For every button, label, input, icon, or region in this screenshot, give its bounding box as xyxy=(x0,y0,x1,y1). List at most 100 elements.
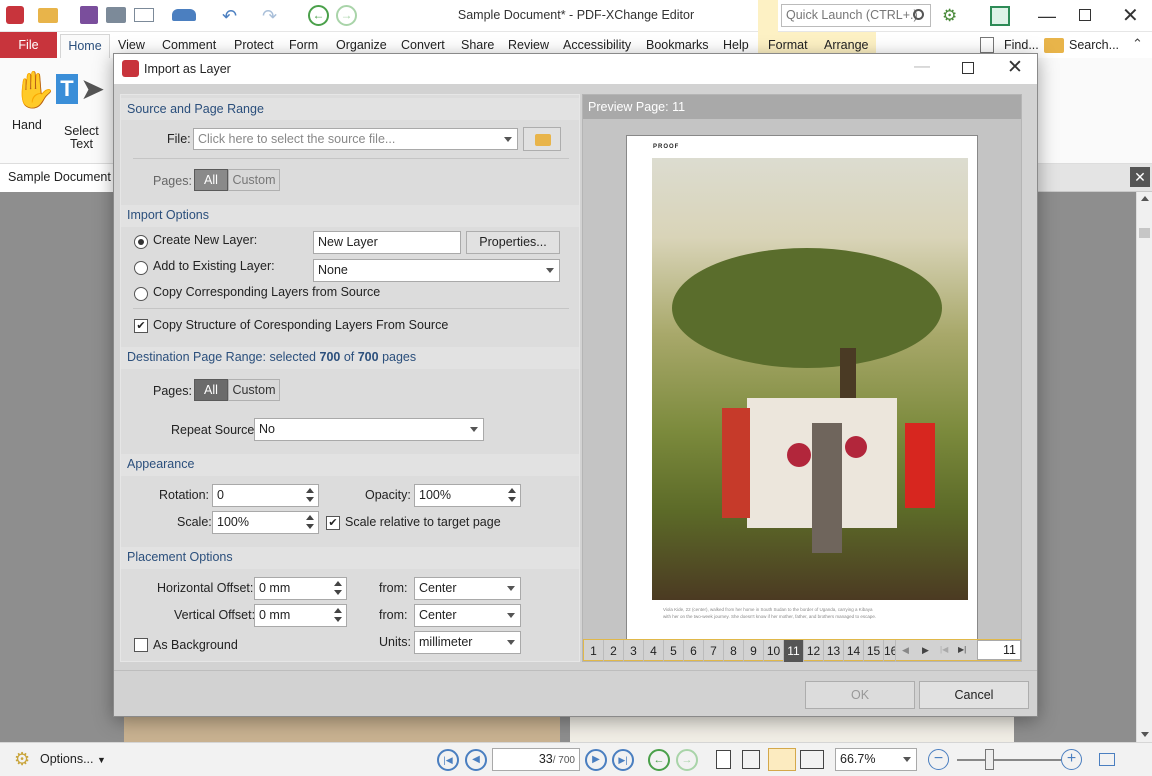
dialog-maximize-button[interactable] xyxy=(962,62,974,74)
dest-pages-all[interactable]: All xyxy=(194,379,228,401)
existing-layer-combo[interactable]: None xyxy=(313,259,560,282)
settings-icon[interactable]: ⚙ xyxy=(942,6,957,26)
scale-relative-checkbox[interactable]: ✔ xyxy=(326,516,340,530)
zoom-slider-thumb[interactable] xyxy=(985,749,994,770)
preview-next-icon[interactable]: ▶ xyxy=(922,645,929,656)
tab-view[interactable]: View xyxy=(118,38,145,52)
prev-page-button[interactable]: ◀ xyxy=(465,749,487,771)
close-tab-icon[interactable]: ✕ xyxy=(1130,167,1150,187)
single-page-icon[interactable] xyxy=(716,750,731,769)
source-pages-custom[interactable]: Custom xyxy=(228,169,280,191)
preview-page-14[interactable]: 14 xyxy=(844,640,864,662)
continuous-icon[interactable] xyxy=(742,750,760,769)
find-button[interactable]: Find... xyxy=(1004,38,1039,52)
select-text-button[interactable]: T ➤ Select Text xyxy=(54,64,110,151)
h-offset-up-icon[interactable] xyxy=(334,581,342,586)
preview-page-4[interactable]: 4 xyxy=(644,640,664,662)
hand-tool-button[interactable]: ✋ Hand xyxy=(6,64,57,144)
maximize-button[interactable] xyxy=(1079,9,1091,21)
preview-page-2[interactable]: 2 xyxy=(604,640,624,662)
tab-accessibility[interactable]: Accessibility xyxy=(563,38,631,52)
preview-page-5[interactable]: 5 xyxy=(664,640,684,662)
preview-page-6[interactable]: 6 xyxy=(684,640,704,662)
close-button[interactable]: ✕ xyxy=(1122,3,1139,28)
rotation-spinner[interactable]: 0 xyxy=(212,484,319,507)
vertical-scrollbar[interactable] xyxy=(1136,192,1152,742)
collapse-ribbon-icon[interactable]: ⌃ xyxy=(1132,36,1143,52)
tab-convert[interactable]: Convert xyxy=(401,38,445,52)
zoom-slider-track[interactable] xyxy=(957,759,1061,761)
opacity-down-icon[interactable] xyxy=(508,497,516,502)
options-button[interactable]: Options... ▼ xyxy=(40,752,106,766)
tab-help[interactable]: Help xyxy=(723,38,749,52)
new-layer-name-input[interactable]: New Layer xyxy=(313,231,461,254)
tab-format[interactable]: Format xyxy=(768,38,808,52)
scale-up-icon[interactable] xyxy=(306,515,314,520)
facing-pages-icon[interactable] xyxy=(768,748,796,771)
rotation-up-icon[interactable] xyxy=(306,488,314,493)
rotation-down-icon[interactable] xyxy=(306,497,314,502)
tab-protect[interactable]: Protect xyxy=(234,38,274,52)
tab-arrange[interactable]: Arrange xyxy=(824,38,868,52)
v-offset-down-icon[interactable] xyxy=(334,617,342,622)
back-view-button[interactable]: ← xyxy=(648,749,670,771)
units-combo[interactable]: millimeter xyxy=(414,631,521,654)
copy-structure-checkbox[interactable]: ✔ xyxy=(134,319,148,333)
as-background-checkbox[interactable] xyxy=(134,638,148,652)
tab-share[interactable]: Share xyxy=(461,38,494,52)
preview-page-10[interactable]: 10 xyxy=(764,640,784,662)
scroll-thumb[interactable] xyxy=(1139,228,1150,238)
add-existing-layer-radio[interactable] xyxy=(134,261,148,275)
tab-comment[interactable]: Comment xyxy=(162,38,216,52)
opacity-up-icon[interactable] xyxy=(508,488,516,493)
dest-pages-custom[interactable]: Custom xyxy=(228,379,280,401)
cancel-button[interactable]: Cancel xyxy=(919,681,1029,709)
page-number-input[interactable]: 33/ 700 xyxy=(492,748,580,771)
preview-page-11[interactable]: 11 xyxy=(784,640,804,662)
last-page-button[interactable]: ▶| xyxy=(612,749,634,771)
document-tab[interactable]: Sample Document * xyxy=(0,164,119,192)
create-new-layer-radio[interactable] xyxy=(134,235,148,249)
zoom-in-button[interactable]: + xyxy=(1061,749,1082,770)
scale-down-icon[interactable] xyxy=(306,524,314,529)
next-page-button[interactable]: ▶ xyxy=(585,749,607,771)
h-from-combo[interactable]: Center xyxy=(414,577,521,600)
opacity-spinner[interactable]: 100% xyxy=(414,484,521,507)
h-offset-down-icon[interactable] xyxy=(334,590,342,595)
preview-last-icon[interactable]: ▶| xyxy=(958,645,966,654)
preview-page-15[interactable]: 15 xyxy=(864,640,884,662)
browse-file-button[interactable] xyxy=(523,127,561,151)
v-offset-up-icon[interactable] xyxy=(334,608,342,613)
dialog-minimize-button[interactable]: — xyxy=(914,58,930,76)
first-page-button[interactable]: |◀ xyxy=(437,749,459,771)
search-button[interactable]: Search... xyxy=(1069,38,1119,52)
tab-form[interactable]: Form xyxy=(289,38,318,52)
preview-page-16[interactable]: 16 xyxy=(884,640,896,662)
quick-launch-input[interactable]: Quick Launch (CTRL+.) xyxy=(781,4,931,27)
zoom-select[interactable]: 66.7% xyxy=(835,748,917,771)
v-from-combo[interactable]: Center xyxy=(414,604,521,627)
scroll-up-arrow[interactable] xyxy=(1141,196,1149,201)
minimize-button[interactable]: — xyxy=(1038,6,1056,27)
scroll-down-arrow[interactable] xyxy=(1141,732,1149,737)
preview-page-1[interactable]: 1 xyxy=(584,640,604,662)
tab-review[interactable]: Review xyxy=(508,38,549,52)
source-pages-all[interactable]: All xyxy=(194,169,228,191)
preview-page-8[interactable]: 8 xyxy=(724,640,744,662)
source-file-combo[interactable]: Click here to select the source file... xyxy=(193,128,518,150)
continuous-facing-icon[interactable] xyxy=(800,750,824,769)
preview-page-9[interactable]: 9 xyxy=(744,640,764,662)
h-offset-spinner[interactable]: 0 mm xyxy=(254,577,347,600)
fullscreen-icon[interactable] xyxy=(990,6,1010,26)
preview-prev-icon[interactable]: ◀ xyxy=(902,645,909,656)
preview-page-13[interactable]: 13 xyxy=(824,640,844,662)
tab-file[interactable]: File xyxy=(0,32,57,59)
preview-page-12[interactable]: 12 xyxy=(804,640,824,662)
preview-page-3[interactable]: 3 xyxy=(624,640,644,662)
repeat-source-combo[interactable]: No xyxy=(254,418,484,441)
scale-spinner[interactable]: 100% xyxy=(212,511,319,534)
tab-bookmarks[interactable]: Bookmarks xyxy=(646,38,709,52)
tab-organize[interactable]: Organize xyxy=(336,38,387,52)
forward-view-button[interactable]: → xyxy=(676,749,698,771)
view-mode-icon[interactable] xyxy=(1099,753,1115,766)
